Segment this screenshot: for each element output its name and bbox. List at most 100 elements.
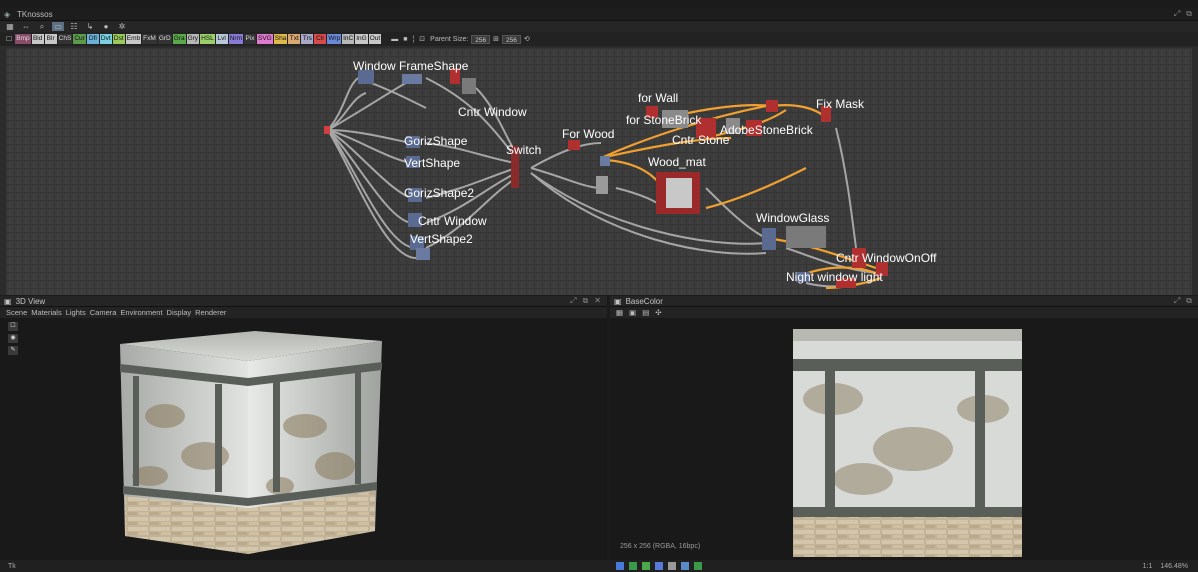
cube-icon: ▣ [4,296,12,306]
filter-chip-pix[interactable]: Pix [244,34,256,44]
filter-chip-fxm[interactable]: FxM [142,34,157,44]
alpha-channel-icon[interactable] [668,562,676,570]
red-channel-icon[interactable] [629,562,637,570]
filter-chip-gra[interactable]: Gra [172,34,186,44]
green-channel-icon[interactable] [642,562,650,570]
node-label: WindowGlass [756,211,829,225]
channel-buttons [616,562,702,570]
pin-icon[interactable]: ⤢ [1174,9,1180,19]
filter-chip-blr[interactable]: Blr [44,34,57,44]
menu-scene[interactable]: Scene [6,308,27,317]
settings-icon[interactable]: ✲ [116,22,128,31]
blue-channel-icon[interactable] [655,562,663,570]
root-node[interactable] [324,126,330,134]
connector-icon[interactable]: ↳ [84,22,96,31]
tile-icon[interactable]: ▦ [616,308,623,317]
menu-renderer[interactable]: Renderer [195,308,226,317]
move-icon[interactable]: ✣ [655,308,661,317]
2d-view-titlebar: ▣ BaseColor ⤢ ⧉ [610,296,1198,307]
menu-materials[interactable]: Materials [31,308,61,317]
statusbar: Tk 1:1 146.48% [0,560,1198,572]
filter-chip-ing[interactable]: InG [355,34,368,44]
filter-chip-bld[interactable]: Bld [31,34,44,44]
histogram-icon[interactable] [681,562,689,570]
filter-chip-emb[interactable]: Emb [125,34,142,44]
pin-icon[interactable]: ⤢ [1174,296,1180,306]
filter-chip-grd[interactable]: GrD [157,34,172,44]
graph-window-icon: ◈ [4,9,11,19]
filter-chip-svg[interactable]: SVG [257,34,273,44]
node-label: Cntr WindowOnOff [836,251,937,265]
brush-tool-icon[interactable]: ✎ [8,346,18,355]
filter-chip-dfl[interactable]: Dfl [86,34,99,44]
filter-chip-nrm[interactable]: Nrm [228,34,243,44]
align-icon[interactable]: ☷ [68,22,80,31]
filter-chip-wrp[interactable]: Wrp [327,34,342,44]
texture-icon: ▣ [614,296,622,306]
grid-icon[interactable]: ▦ [4,22,16,31]
zoom-percent: 146.48% [1160,562,1188,570]
filter-chip-out[interactable]: Out [368,34,382,44]
2d-view-toolbar: ▦ ▣ ▤ ✣ [610,307,1198,318]
filter-chip-sha[interactable]: Sha [273,34,288,44]
3d-view-title: 3D View [15,296,46,306]
node-label: For Wood [562,127,614,141]
comment-node-icon[interactable]: ▬ [389,36,400,43]
filter-chip-hsl[interactable]: HSL [200,34,215,44]
size-x-dropdown[interactable]: 256 [471,34,491,44]
size-y-dropdown[interactable]: 256 [502,34,521,44]
filter-chip-clr[interactable]: Clr [314,34,327,44]
filter-chip-bmp[interactable]: Bmp [15,34,31,44]
filter-chips: Bmp Bld Blr ChS Cur Dfl Dvt Dst Emb FxM GrD Gra Gry H… [15,34,382,44]
info-icon[interactable] [694,562,702,570]
filter-toggle-icon[interactable]: ☐ [4,35,14,43]
menu-lights[interactable]: Lights [66,308,86,317]
link-size-icon[interactable]: ⊞ [491,35,501,43]
frame-node-icon[interactable]: ■ [401,36,409,43]
filter-chip-gry[interactable]: Gry [186,34,200,44]
pin-icon[interactable]: ⤢ [570,296,576,306]
float-icon[interactable]: ⧉ [583,296,589,306]
comment-icon[interactable]: ● [100,22,112,31]
node-label: GorizShape [404,134,468,148]
layout-icon[interactable]: ⇔ [20,22,32,31]
3d-view-titlebar: ▣ 3D View ⤢ ⧉ ✕ [0,296,607,307]
filter-bar: ☐ Bmp Bld Blr ChS Cur Dfl Dvt Dst Emb FxM GrD Gra Gr… [0,32,1198,46]
close-icon[interactable]: ✕ [594,296,601,306]
node-label: for StoneBrick [626,113,702,127]
cube-preview[interactable] [105,326,485,556]
node-label: Switch [506,143,541,157]
filter-chip-lvl[interactable]: Lvl [215,34,228,44]
filter-chip-dvt[interactable]: Dvt [99,34,112,44]
menu-environment[interactable]: Environment [120,308,162,317]
channel-icon[interactable]: ▤ [642,308,649,317]
node-label: Cntr Window [458,105,527,119]
menu-display[interactable]: Display [167,308,192,317]
zoom-icon[interactable]: ⌕ [36,22,48,31]
select-icon[interactable]: ▭ [52,22,64,31]
graph-canvas[interactable]: Window FrameShape Cntr Window Switch For… [6,48,1192,295]
light-tool-icon[interactable]: ☐ [8,322,18,331]
node-label: Window FrameShape [353,59,469,73]
filter-chip-txt[interactable]: Txt [288,34,301,44]
camera-tool-icon[interactable]: ◉ [8,334,18,343]
rgb-channel-icon[interactable] [616,562,624,570]
zoom-1to1-button[interactable]: 1:1 [1143,563,1153,570]
filter-chip-inc[interactable]: InC [342,34,355,44]
float-icon[interactable]: ⧉ [1186,296,1192,306]
float-icon[interactable]: ⧉ [1186,9,1192,19]
view-icon[interactable]: ▣ [629,308,636,317]
node-label: Wood_mat [648,155,706,169]
node-graph[interactable]: Window FrameShape Cntr Window Switch For… [6,48,1192,295]
filter-chip-trs[interactable]: Trs [301,34,314,44]
menu-camera[interactable]: Camera [90,308,117,317]
filter-chip-dst[interactable]: Dst [112,34,125,44]
filter-chip-chs[interactable]: ChS [57,34,73,44]
filter-chip-cur[interactable]: Cur [73,34,86,44]
refresh-icon[interactable]: ⟲ [522,35,532,43]
node-label: Night window light [786,270,883,284]
pin-node-icon[interactable]: ¦ [410,36,416,43]
3d-view-tools: ☐ ◉ ✎ [8,322,18,355]
2d-view-title: BaseColor [625,296,663,306]
texture-preview[interactable] [793,329,1022,557]
